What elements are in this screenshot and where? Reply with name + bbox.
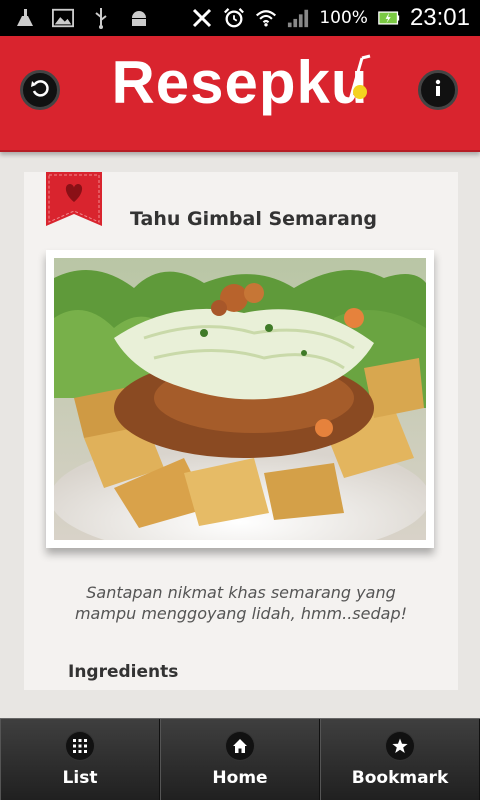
app-header: Resepku bbox=[0, 36, 480, 152]
gallery-icon bbox=[52, 6, 74, 30]
home-icon bbox=[226, 731, 254, 760]
bottom-nav-bar: List Home Bookmark bbox=[0, 718, 480, 800]
battery-charging-icon bbox=[378, 6, 400, 30]
alarm-icon bbox=[223, 6, 245, 30]
recipe-card: Tahu Gimbal Semarang Santapan nikmat kha… bbox=[24, 172, 458, 690]
bookmark-ribbon-icon[interactable] bbox=[46, 172, 102, 228]
app-title: Resepku bbox=[111, 49, 369, 116]
nav-list-button[interactable]: List bbox=[0, 719, 160, 800]
nav-home-button[interactable]: Home bbox=[160, 719, 320, 800]
recipe-description: Santapan nikmat khas semarang yang mampu… bbox=[74, 583, 408, 623]
nav-list-label: List bbox=[62, 767, 98, 788]
signal-icon bbox=[287, 6, 309, 30]
drink-straw-logo bbox=[340, 54, 372, 108]
cleaner-icon bbox=[14, 6, 36, 30]
info-button[interactable] bbox=[418, 70, 458, 110]
battery-percent: 100% bbox=[319, 8, 368, 28]
star-icon bbox=[386, 731, 414, 760]
ingredients-heading: Ingredients bbox=[68, 662, 179, 682]
android-debug-icon bbox=[128, 6, 150, 30]
nav-bookmark-button[interactable]: Bookmark bbox=[320, 719, 480, 800]
wifi-icon bbox=[255, 6, 277, 30]
info-icon bbox=[428, 78, 448, 102]
grid-icon bbox=[66, 731, 94, 760]
no-sim-icon bbox=[191, 6, 213, 30]
nav-bookmark-label: Bookmark bbox=[351, 767, 449, 788]
status-bar: 100% 23:01 bbox=[0, 0, 480, 36]
nav-home-label: Home bbox=[212, 767, 268, 788]
recipe-photo bbox=[54, 258, 426, 540]
recipe-title: Tahu Gimbal Semarang bbox=[130, 208, 377, 230]
clock: 23:01 bbox=[409, 4, 470, 31]
usb-icon bbox=[90, 6, 112, 30]
recipe-photo-frame bbox=[46, 250, 434, 548]
